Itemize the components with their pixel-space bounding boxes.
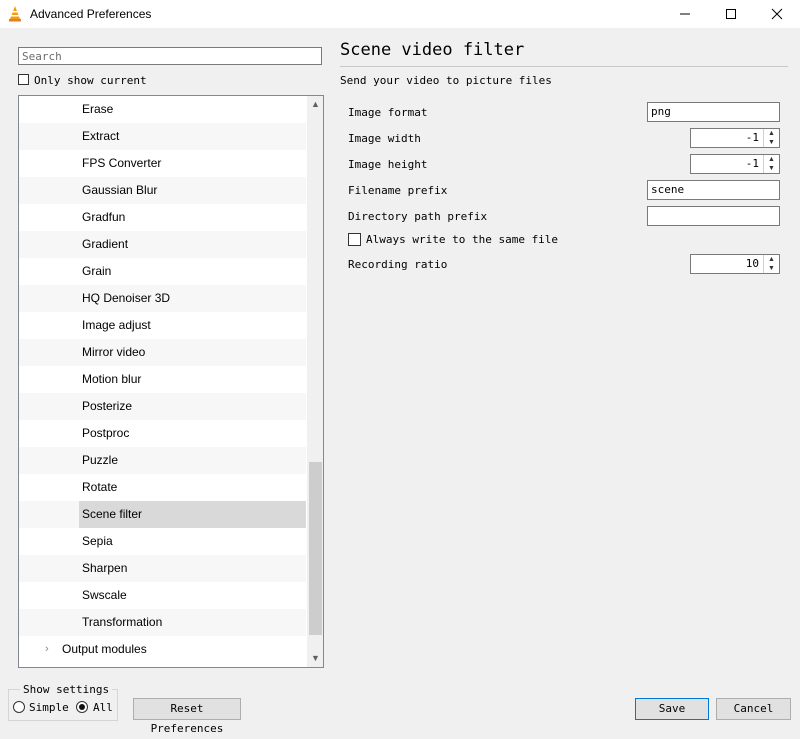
tree-item-label: Transformation xyxy=(82,615,163,629)
tree-item-erase[interactable]: Erase xyxy=(19,96,306,123)
tree-item-label: Postproc xyxy=(82,426,130,440)
tree-item-motion-blur[interactable]: Motion blur xyxy=(19,366,306,393)
tree-item-label: Grain xyxy=(82,264,112,278)
tree-item-mirror-video[interactable]: Mirror video xyxy=(19,339,306,366)
tree-item-label: Output modules xyxy=(62,642,147,656)
tree-item-label: Image adjust xyxy=(82,318,151,332)
tree-scrollbar[interactable]: ▲ ▼ xyxy=(307,96,323,667)
vlc-cone-icon xyxy=(9,6,21,22)
tree-item-label: FPS Converter xyxy=(82,156,162,170)
tree-item-grain[interactable]: Grain xyxy=(19,258,306,285)
spin-down-icon[interactable]: ▼ xyxy=(764,164,779,173)
tree-item-swscale[interactable]: Swscale xyxy=(19,582,306,609)
section-divider xyxy=(340,66,788,67)
simple-radio-label: Simple xyxy=(29,701,69,714)
tree-item-posterize[interactable]: Posterize xyxy=(19,393,306,420)
image-width-label: Image width xyxy=(348,132,421,145)
always-same-file-checkbox[interactable] xyxy=(348,233,361,246)
scroll-down-icon[interactable]: ▼ xyxy=(307,650,323,667)
cancel-button[interactable]: Cancel xyxy=(716,698,791,720)
tree-item-label: Gaussian Blur xyxy=(82,183,158,197)
tree-item-sharpen[interactable]: Sharpen xyxy=(19,555,306,582)
tree-item-fps-converter[interactable]: FPS Converter xyxy=(19,150,306,177)
tree-item-puzzle[interactable]: Puzzle xyxy=(19,447,306,474)
recording-ratio-value: 10 xyxy=(745,257,759,270)
close-icon xyxy=(771,8,783,20)
filename-prefix-label: Filename prefix xyxy=(348,184,448,197)
tree-item-label: Posterize xyxy=(82,399,133,413)
spin-arrows: ▲ ▼ xyxy=(763,155,779,173)
image-width-value: -1 xyxy=(745,131,759,144)
minimize-button[interactable] xyxy=(662,0,708,28)
directory-path-prefix-field[interactable] xyxy=(647,206,780,226)
tree-item-label: Motion blur xyxy=(82,372,142,386)
chevron-right-icon[interactable]: › xyxy=(45,636,49,663)
filename-prefix-field[interactable]: scene xyxy=(647,180,780,200)
tree-item-label: Puzzle xyxy=(82,453,119,467)
tree-item-postproc[interactable]: Postproc xyxy=(19,420,306,447)
tree-item-label: Swscale xyxy=(82,588,127,602)
tree-item-label: Scene filter xyxy=(82,507,143,521)
tree-item-hq-denoiser-3d[interactable]: HQ Denoiser 3D xyxy=(19,285,306,312)
maximize-icon xyxy=(726,9,736,19)
image-height-value: -1 xyxy=(745,157,759,170)
tree-item-scene-filter[interactable]: Scene filter xyxy=(19,501,306,528)
spin-down-icon[interactable]: ▼ xyxy=(764,138,779,147)
maximize-button[interactable] xyxy=(708,0,754,28)
spin-down-icon[interactable]: ▼ xyxy=(764,264,779,273)
tree-item-label: HQ Denoiser 3D xyxy=(82,291,171,305)
minimize-icon xyxy=(680,13,690,15)
image-height-label: Image height xyxy=(348,158,428,171)
search-input[interactable] xyxy=(18,47,322,65)
tree-item-label: Gradfun xyxy=(82,210,126,224)
spin-up-icon[interactable]: ▲ xyxy=(764,129,779,138)
window-title: Advanced Preferences xyxy=(30,7,152,21)
tree-item-label: Mirror video xyxy=(82,345,146,359)
tree-item-transformation[interactable]: Transformation xyxy=(19,609,306,636)
image-width-spinbox[interactable]: -1 ▲ ▼ xyxy=(690,128,780,148)
tree-item-sepia[interactable]: Sepia xyxy=(19,528,306,555)
tree-item-output-modules[interactable]: › Output modules xyxy=(19,636,306,663)
tree-item-gradfun[interactable]: Gradfun xyxy=(19,204,306,231)
close-button[interactable] xyxy=(754,0,800,28)
preferences-tree: Erase Extract FPS Converter Gaussian Blu… xyxy=(18,95,324,668)
only-show-current-label: Only show current xyxy=(34,74,147,87)
save-button[interactable]: Save xyxy=(635,698,709,720)
directory-path-prefix-label: Directory path prefix xyxy=(348,210,488,223)
tree-item-image-adjust[interactable]: Image adjust xyxy=(19,312,306,339)
scrollbar-thumb[interactable] xyxy=(309,462,322,635)
title-bar: Advanced Preferences xyxy=(0,0,800,28)
image-format-label: Image format xyxy=(348,106,428,119)
recording-ratio-spinbox[interactable]: 10 ▲ ▼ xyxy=(690,254,780,274)
show-settings-label: Show settings xyxy=(20,683,113,696)
only-show-current-checkbox[interactable] xyxy=(18,74,29,85)
always-same-file-label: Always write to the same file xyxy=(366,233,559,246)
tree-item-label: Extract xyxy=(82,129,120,143)
tree-item-label: Sharpen xyxy=(82,561,128,575)
recording-ratio-label: Recording ratio xyxy=(348,258,448,271)
spin-up-icon[interactable]: ▲ xyxy=(764,155,779,164)
tree-item-label: Gradient xyxy=(82,237,129,251)
tree-item-label: Rotate xyxy=(82,480,118,494)
image-format-field[interactable]: png xyxy=(647,102,780,122)
simple-radio[interactable] xyxy=(13,701,25,713)
tree-item-gradient[interactable]: Gradient xyxy=(19,231,306,258)
all-radio-label: All xyxy=(93,701,113,714)
spin-up-icon[interactable]: ▲ xyxy=(764,255,779,264)
image-height-spinbox[interactable]: -1 ▲ ▼ xyxy=(690,154,780,174)
spin-arrows: ▲ ▼ xyxy=(763,129,779,147)
tree-item-label: Erase xyxy=(82,102,114,116)
tree-item-extract[interactable]: Extract xyxy=(19,123,306,150)
tree-item-gaussian-blur[interactable]: Gaussian Blur xyxy=(19,177,306,204)
tree-item-rotate[interactable]: Rotate xyxy=(19,474,306,501)
spin-arrows: ▲ ▼ xyxy=(763,255,779,273)
scroll-up-icon[interactable]: ▲ xyxy=(307,96,323,113)
section-title: Scene video filter xyxy=(340,40,525,60)
section-description: Send your video to picture files xyxy=(340,74,552,87)
tree-item-label: Sepia xyxy=(82,534,113,548)
reset-preferences-button[interactable]: Reset Preferences xyxy=(133,698,241,735)
all-radio[interactable] xyxy=(76,701,88,713)
